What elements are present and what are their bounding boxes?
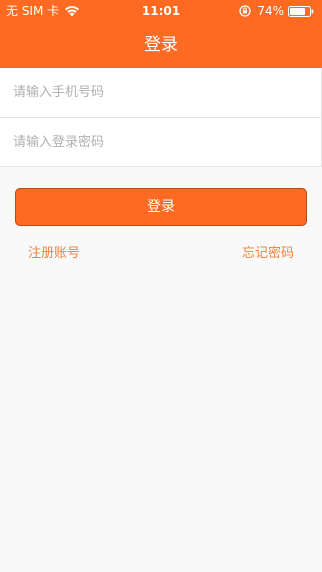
status-bar: 无 SIM 卡 11:01 74% — [0, 0, 322, 22]
login-button[interactable]: 登录 — [15, 188, 307, 226]
status-right: 74% — [239, 0, 314, 22]
forgot-password-link[interactable]: 忘记密码 — [242, 245, 294, 263]
phone-input[interactable] — [13, 68, 308, 117]
phone-field — [0, 68, 321, 118]
register-link[interactable]: 注册账号 — [28, 245, 80, 263]
battery-percent: 74% — [257, 4, 284, 18]
password-field — [0, 118, 321, 167]
login-form — [0, 68, 322, 167]
rotation-lock-icon — [239, 5, 251, 17]
password-input[interactable] — [13, 118, 308, 167]
battery-icon — [288, 5, 314, 17]
header-bar: 无 SIM 卡 11:01 74% 登录 — [0, 0, 322, 68]
page-title: 登录 — [144, 35, 178, 55]
